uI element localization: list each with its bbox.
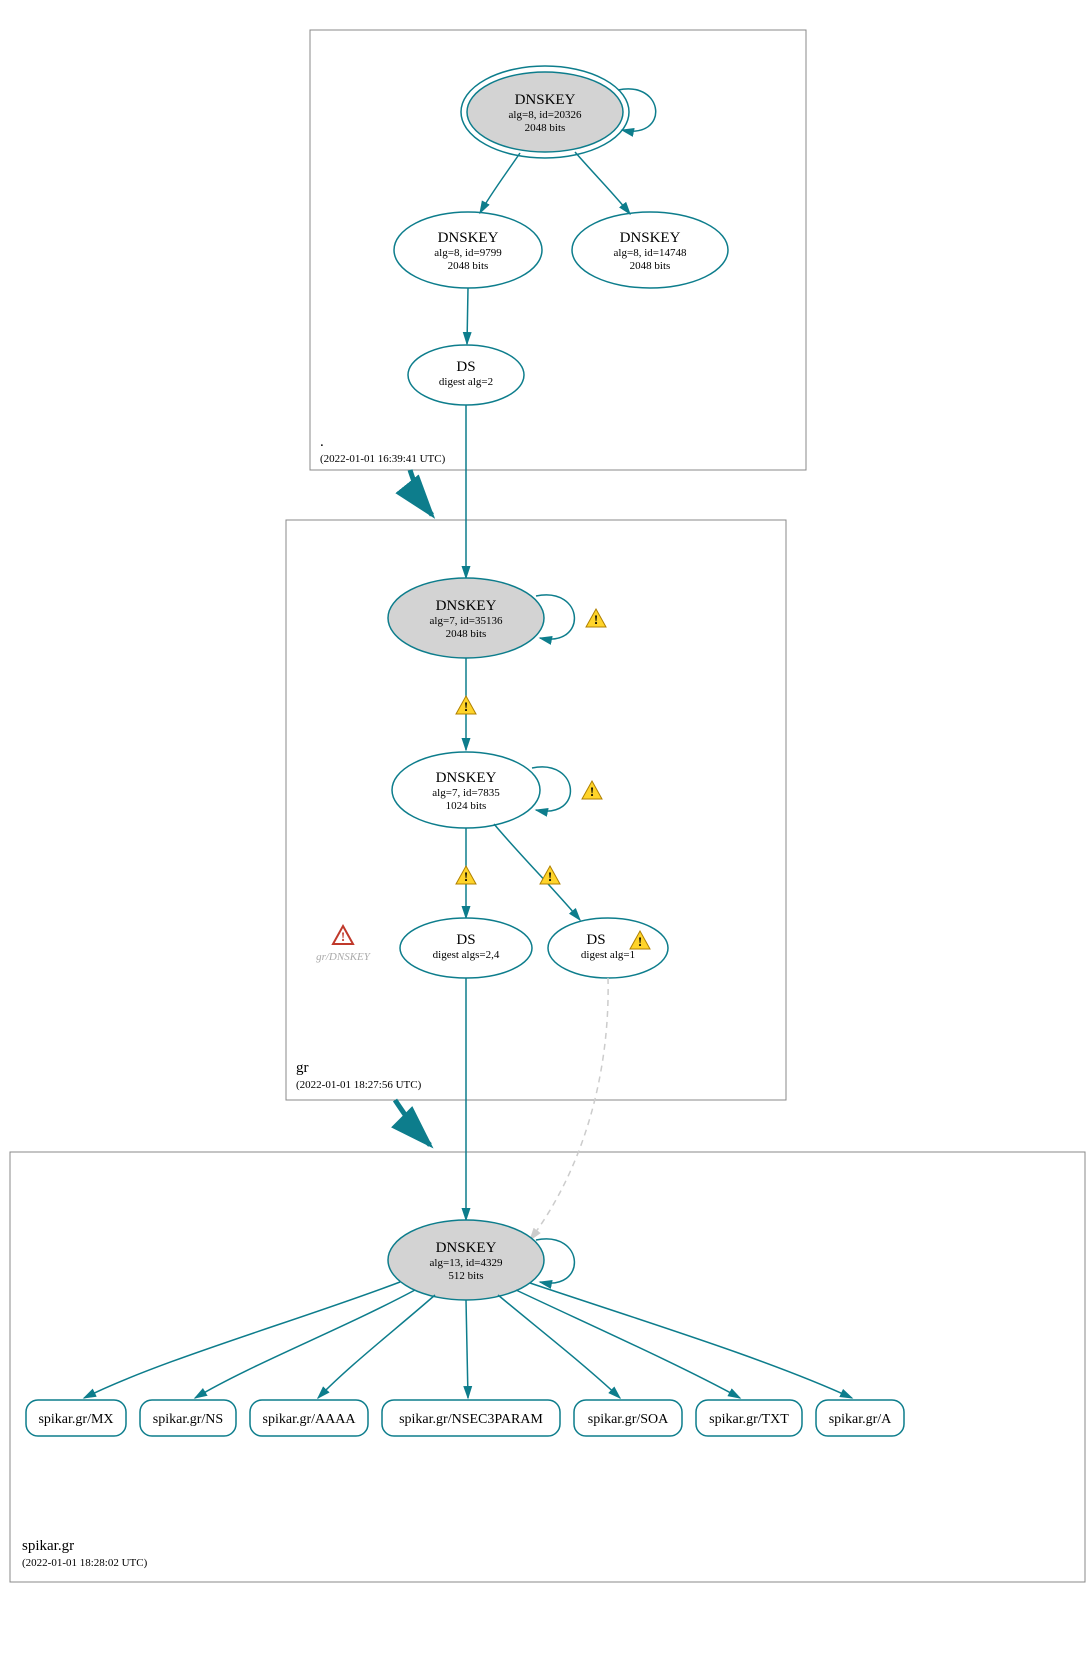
node-root-ksk: DNSKEY alg=8, id=20326 2048 bits <box>461 66 629 158</box>
warning-icon <box>456 696 476 714</box>
zone-spikar: spikar.gr (2022-01-01 18:28:02 UTC) DNSK… <box>10 978 1085 1582</box>
zone-gr: gr (2022-01-01 18:27:56 UTC) DNSKEY alg=… <box>286 405 786 1100</box>
svg-text:DS: DS <box>456 359 475 375</box>
svg-text:DNSKEY: DNSKEY <box>515 92 576 108</box>
svg-text:alg=8, id=20326: alg=8, id=20326 <box>509 109 582 121</box>
edge-zone-gr-spikar <box>395 1100 430 1145</box>
rrset-txt: spikar.gr/TXT <box>696 1400 802 1436</box>
rrset-soa: spikar.gr/SOA <box>574 1400 682 1436</box>
node-gr-zsk: DNSKEY alg=7, id=7835 1024 bits <box>392 752 540 828</box>
svg-text:512 bits: 512 bits <box>448 1270 483 1282</box>
svg-text:2048 bits: 2048 bits <box>525 122 566 134</box>
svg-text:2048 bits: 2048 bits <box>446 628 487 640</box>
node-gr-ksk: DNSKEY alg=7, id=35136 2048 bits <box>388 578 544 658</box>
node-root-ds: DS digest alg=2 <box>408 345 524 405</box>
zone-gr-label: gr <box>296 1060 309 1076</box>
svg-text:DS: DS <box>586 932 605 948</box>
warning-icon <box>540 866 560 884</box>
zone-gr-ts: (2022-01-01 18:27:56 UTC) <box>296 1079 422 1091</box>
rrset-a: spikar.gr/A <box>816 1400 904 1436</box>
rrset-nsec3param: spikar.gr/NSEC3PARAM <box>382 1400 560 1436</box>
svg-text:DNSKEY: DNSKEY <box>436 770 497 786</box>
edge-zone-root-gr <box>410 470 432 515</box>
svg-text:DNSKEY: DNSKEY <box>436 1240 497 1256</box>
zone-root-label: . <box>320 434 324 450</box>
edge-rr-n3p <box>466 1300 468 1398</box>
zone-spikar-label: spikar.gr <box>22 1538 74 1554</box>
edge-rr-aaaa <box>318 1295 435 1398</box>
edge-root-ksk-zsk1 <box>480 153 520 213</box>
svg-text:spikar.gr/NSEC3PARAM: spikar.gr/NSEC3PARAM <box>399 1412 543 1427</box>
svg-text:spikar.gr/SOA: spikar.gr/SOA <box>588 1412 669 1427</box>
svg-text:DNSKEY: DNSKEY <box>438 230 499 246</box>
zone-root-ts: (2022-01-01 16:39:41 UTC) <box>320 453 446 465</box>
zone-root: . (2022-01-01 16:39:41 UTC) DNSKEY alg=8… <box>310 30 806 470</box>
svg-text:spikar.gr/A: spikar.gr/A <box>829 1412 892 1427</box>
edge-root-zsk1-ds <box>467 288 468 344</box>
svg-text:spikar.gr/NS: spikar.gr/NS <box>153 1412 223 1427</box>
error-icon <box>333 926 353 944</box>
warning-icon <box>586 609 606 627</box>
warning-icon <box>582 781 602 799</box>
rrset-ns: spikar.gr/NS <box>140 1400 236 1436</box>
svg-text:digest algs=2,4: digest algs=2,4 <box>433 949 500 961</box>
svg-text:DS: DS <box>456 932 475 948</box>
edge-grds2-spikarksk <box>530 978 608 1240</box>
node-spikar-ksk: DNSKEY alg=13, id=4329 512 bits <box>388 1220 544 1300</box>
svg-text:DNSKEY: DNSKEY <box>620 230 681 246</box>
node-gr-ds1: DS digest algs=2,4 <box>400 918 532 978</box>
svg-text:alg=8, id=9799: alg=8, id=9799 <box>434 247 502 259</box>
svg-text:spikar.gr/AAAA: spikar.gr/AAAA <box>263 1412 357 1427</box>
svg-text:2048 bits: 2048 bits <box>630 260 671 272</box>
zone-spikar-ts: (2022-01-01 18:28:02 UTC) <box>22 1557 148 1569</box>
edge-gr-zsk-ds2 <box>494 824 580 920</box>
svg-text:spikar.gr/MX: spikar.gr/MX <box>38 1412 113 1427</box>
svg-text:2048 bits: 2048 bits <box>448 260 489 272</box>
svg-text:alg=7, id=7835: alg=7, id=7835 <box>432 787 500 799</box>
svg-text:1024 bits: 1024 bits <box>446 800 487 812</box>
svg-text:alg=7, id=35136: alg=7, id=35136 <box>430 615 503 627</box>
node-root-zsk2: DNSKEY alg=8, id=14748 2048 bits <box>572 212 728 288</box>
dnssec-diagram: ! ! . (2022-01-01 16:39:41 UTC) DNSKEY a… <box>0 0 1091 1671</box>
svg-text:digest alg=2: digest alg=2 <box>439 376 493 388</box>
rrset-mx: spikar.gr/MX <box>26 1400 126 1436</box>
rrset-aaaa: spikar.gr/AAAA <box>250 1400 368 1436</box>
node-root-zsk1: DNSKEY alg=8, id=9799 2048 bits <box>394 212 542 288</box>
edge-rr-ns <box>195 1290 415 1398</box>
edge-rr-txt <box>516 1290 740 1398</box>
svg-text:alg=8, id=14748: alg=8, id=14748 <box>614 247 687 259</box>
warning-icon <box>456 866 476 884</box>
svg-text:digest alg=1: digest alg=1 <box>581 949 635 961</box>
edge-rr-a <box>530 1283 852 1398</box>
svg-text:spikar.gr/TXT: spikar.gr/TXT <box>709 1412 789 1427</box>
svg-text:alg=13, id=4329: alg=13, id=4329 <box>430 1257 503 1269</box>
svg-text:DNSKEY: DNSKEY <box>436 598 497 614</box>
edge-root-ksk-zsk2 <box>575 152 630 214</box>
edge-rr-mx <box>84 1282 400 1398</box>
gr-dnskey-side: gr/DNSKEY <box>316 951 372 963</box>
